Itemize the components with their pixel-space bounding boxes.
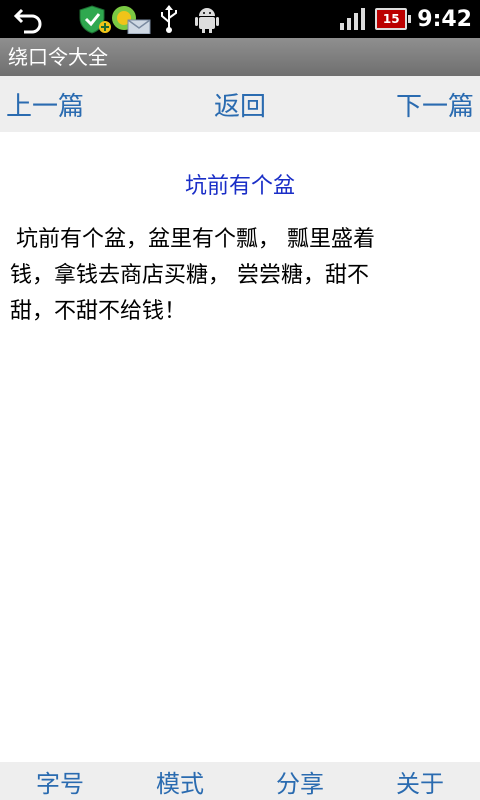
top-navigation: 上一篇 返回 下一篇 <box>0 76 480 132</box>
next-article-link[interactable]: 下一篇 <box>396 86 474 123</box>
prev-article-link[interactable]: 上一篇 <box>6 86 84 123</box>
tab-mode[interactable]: 模式 <box>120 764 240 799</box>
shield-add-icon <box>79 5 111 34</box>
back-icon[interactable] <box>12 4 44 34</box>
android-debug-icon <box>195 8 219 33</box>
app-title: 绕口令大全 <box>8 45 108 69</box>
tab-share[interactable]: 分享 <box>240 764 360 799</box>
status-right: 15 9:42 <box>339 0 472 38</box>
message-icon <box>112 6 151 34</box>
status-bar: 15 9:42 <box>0 0 480 38</box>
article-content: 坑前有个盆 坑前有个盆，盆里有个瓢， 瓢里盛着钱，拿钱去商店买糖， 尝尝糖，甜不… <box>0 132 480 762</box>
usb-icon <box>161 5 177 33</box>
bottom-tab-bar: 字号 模式 分享 关于 <box>0 762 480 800</box>
article-body: 坑前有个盆，盆里有个瓢， 瓢里盛着钱，拿钱去商店买糖， 尝尝糖，甜不甜，不甜不给… <box>10 227 375 324</box>
article-title: 坑前有个盆 <box>184 174 295 199</box>
tab-about[interactable]: 关于 <box>360 764 480 799</box>
clock: 9:42 <box>417 6 472 32</box>
battery-icon: 15 <box>375 8 412 30</box>
signal-icon <box>340 8 366 30</box>
battery-level: 15 <box>382 12 400 26</box>
app-title-bar: 绕口令大全 <box>0 38 480 76</box>
tab-font-size[interactable]: 字号 <box>0 764 120 799</box>
back-link[interactable]: 返回 <box>214 86 266 123</box>
